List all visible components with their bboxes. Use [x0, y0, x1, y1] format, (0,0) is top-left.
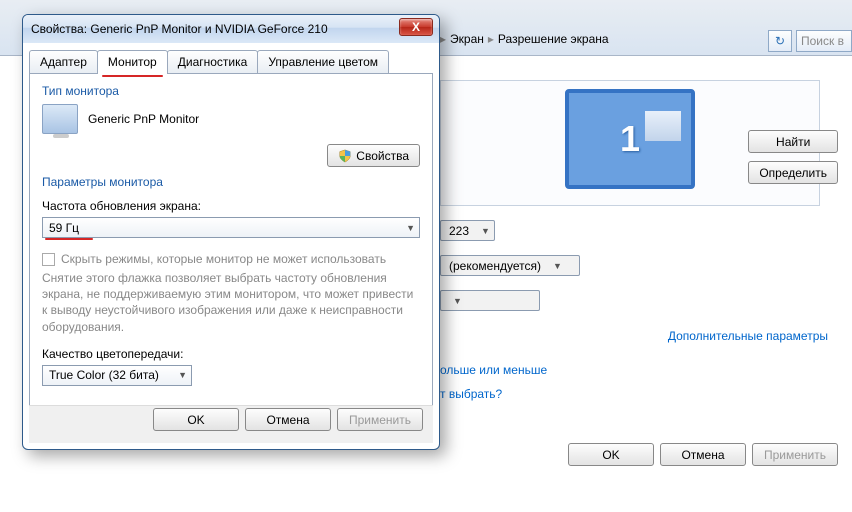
cancel-button[interactable]: Отмена [245, 408, 331, 431]
color-quality-label: Качество цветопередачи: [42, 347, 420, 361]
monitor-icon [42, 104, 78, 134]
chevron-down-icon: ▼ [553, 261, 562, 271]
apply-button: Применить [337, 408, 423, 431]
refresh-rate-label: Частота обновления экрана: [42, 199, 420, 213]
tab-page-monitor: Тип монитора Generic PnP Monitor Свойств… [29, 73, 433, 431]
hide-modes-label: Скрыть режимы, которые монитор не может … [61, 252, 386, 266]
advanced-settings-link[interactable]: Дополнительные параметры [668, 329, 828, 343]
shield-icon [338, 149, 352, 163]
refresh-rate-dropdown[interactable]: 59 Гц ▼ [42, 217, 420, 238]
bg-content: 1 223 ▼ (рекомендуется) ▼ ▼ Дополнительн… [440, 80, 840, 401]
tab-monitor[interactable]: Монитор [97, 50, 168, 74]
refresh-icon: ↻ [775, 34, 785, 48]
dialog-button-bar: OK Отмена Применить [29, 405, 433, 443]
chevron-right-icon: ▸ [488, 32, 494, 46]
detect-button[interactable]: Определить [748, 161, 838, 184]
hide-modes-checkbox-row: Скрыть режимы, которые монитор не может … [42, 252, 420, 266]
chevron-down-icon: ▼ [453, 296, 462, 306]
hide-modes-hint: Снятие этого флажка позволяет выбрать ча… [42, 270, 420, 335]
highlight-underline [45, 238, 93, 240]
dialog-titlebar[interactable]: Свойства: Generic PnP Monitor и NVIDIA G… [23, 15, 439, 43]
chevron-down-icon: ▼ [178, 370, 187, 380]
properties-button[interactable]: Свойства [327, 144, 420, 167]
resolution-dropdown[interactable]: 223 ▼ [440, 220, 495, 241]
refresh-button[interactable]: ↻ [768, 30, 792, 52]
tab-diagnostics[interactable]: Диагностика [167, 50, 259, 74]
breadcrumb-item[interactable]: Разрешение экрана [498, 32, 609, 46]
hide-modes-checkbox[interactable] [42, 253, 55, 266]
side-buttons: Найти Определить [748, 130, 838, 184]
search-input[interactable]: Поиск в [796, 30, 852, 52]
find-button[interactable]: Найти [748, 130, 838, 153]
color-quality-dropdown[interactable]: True Color (32 бита) ▼ [42, 365, 192, 386]
which-link[interactable]: т выбрать? [440, 387, 502, 401]
monitor-properties-dialog: Свойства: Generic PnP Monitor и NVIDIA G… [22, 14, 440, 450]
more-less-link[interactable]: ольше или меньше [440, 363, 547, 377]
monitor-name: Generic PnP Monitor [88, 112, 199, 126]
display-preview[interactable]: 1 [565, 89, 695, 189]
group-monitor-params: Параметры монитора [42, 175, 420, 189]
ok-button[interactable]: OK [153, 408, 239, 431]
display-panel-icon [645, 111, 681, 141]
orientation-dropdown[interactable]: ▼ [440, 290, 540, 311]
chevron-down-icon: ▼ [481, 226, 490, 236]
highlight-underline [102, 75, 163, 77]
search-placeholder: Поиск в [801, 34, 844, 48]
display-number: 1 [620, 118, 640, 160]
group-monitor-type: Тип монитора [42, 84, 420, 98]
tab-color-management[interactable]: Управление цветом [257, 50, 389, 74]
chevron-down-icon: ▼ [406, 223, 415, 233]
breadcrumb[interactable]: ▸ Экран ▸ Разрешение экрана ▾ [440, 32, 609, 46]
chevron-right-icon: ▸ [440, 32, 446, 46]
tab-adapter[interactable]: Адаптер [29, 50, 98, 74]
breadcrumb-item[interactable]: Экран [450, 32, 484, 46]
dropdown-value: True Color (32 бита) [49, 368, 159, 382]
tabstrip: Адаптер Монитор Диагностика Управление ц… [29, 49, 439, 73]
dropdown-value: 223 [449, 224, 469, 238]
recommended-dropdown[interactable]: (рекомендуется) ▼ [440, 255, 580, 276]
ok-button[interactable]: OK [568, 443, 654, 466]
close-button[interactable]: X [399, 18, 433, 36]
cancel-button[interactable]: Отмена [660, 443, 746, 466]
bg-dialog-buttons: OK Отмена Применить [568, 443, 838, 466]
dropdown-value: 59 Гц [49, 221, 79, 235]
dropdown-value: (рекомендуется) [449, 259, 541, 273]
apply-button: Применить [752, 443, 838, 466]
close-icon: X [412, 20, 420, 34]
dialog-title: Свойства: Generic PnP Monitor и NVIDIA G… [31, 22, 328, 36]
